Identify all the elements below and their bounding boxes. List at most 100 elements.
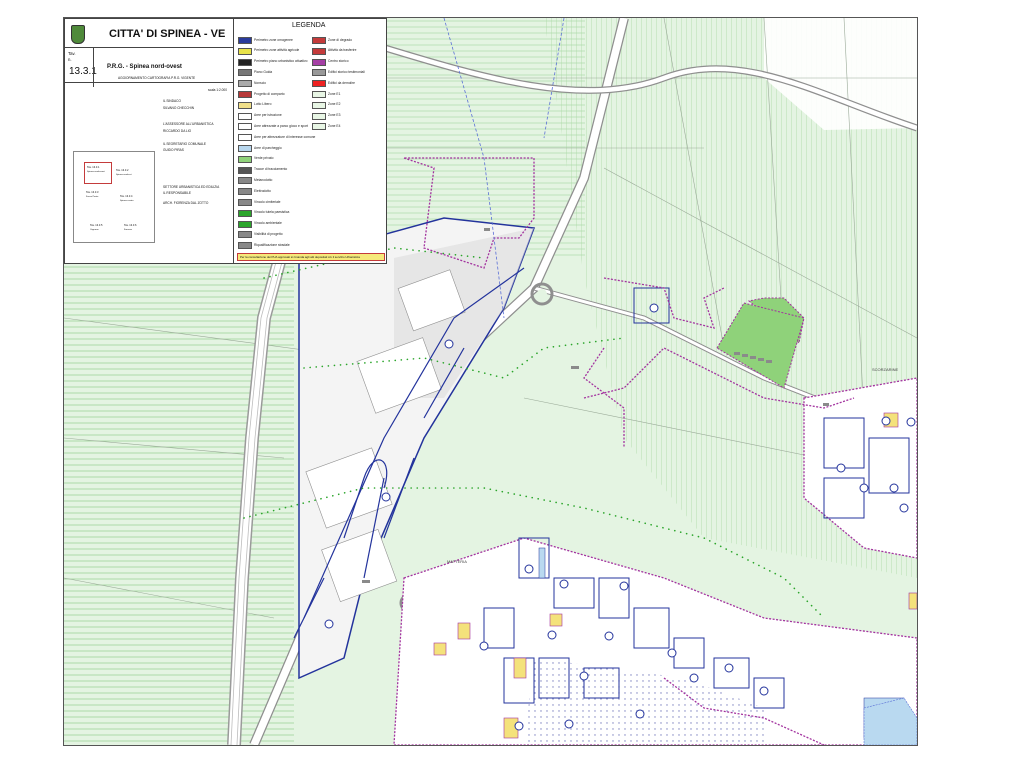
legend-swatch: [238, 47, 252, 55]
signature-3-name: GUIDO PIRAS: [163, 148, 184, 152]
legend-swatch: [312, 58, 326, 66]
legend-label: Metanodotto: [254, 177, 273, 182]
key-tile-2[interactable]: Tav. 13.3.2 Spinea nord-est: [114, 166, 144, 186]
legend-label: Perimetro piano urbanistico attuativo: [254, 59, 308, 64]
signature-4-role: SETTORE URBANISTICA ED EDILIZIA: [163, 185, 220, 189]
tav-divider: [93, 47, 94, 87]
legend-label: Vincolo tutela paesistica: [254, 210, 290, 215]
key-tile-6-name: Fornase: [124, 229, 133, 231]
signature-3-role: IL SEGRETARIO COMUNALE: [163, 142, 207, 146]
key-tile-1[interactable]: Tav. 13.3.1 Spinea nord-ovest: [84, 162, 112, 184]
map-sheet: SCORZARINE MATTERIA CITTA' DI SPINEA - V…: [63, 17, 918, 746]
legend-swatch: [238, 177, 252, 185]
signature-4-name: IL RESPONSABILE: [163, 191, 192, 195]
legend-label: Visibilità di progetto: [254, 231, 283, 236]
place-label-matteria: MATTERIA: [447, 559, 467, 564]
legend-label: Centro storico: [328, 59, 349, 64]
legend-label: Edifici da demolire: [328, 80, 355, 85]
signature-1-role: IL SINDACO: [163, 99, 181, 103]
key-tile-5[interactable]: Tav. 13.3.5 Orgnano: [88, 212, 118, 232]
legend-label: Edifici storico testimoniali: [328, 69, 365, 74]
key-tile-1-name: Spinea nord-ovest: [87, 171, 105, 173]
legend-label: Perimetro zone attività agricole: [254, 48, 300, 53]
legend-swatch: [312, 69, 326, 77]
legend-label: Lotto Libero: [254, 102, 272, 107]
legend-label: Zone E2: [328, 102, 341, 107]
plan-separator: [65, 82, 234, 83]
legend-label: Aree per attrezzature di interesse comun…: [254, 134, 316, 139]
key-tile-6-label: Tav. 13.3.6: [124, 224, 137, 227]
signature-2-role: L'ASSESSORE ALL'URBANISTICA: [163, 122, 214, 126]
legend-swatch: [238, 188, 252, 196]
key-tile-4-label: Tav. 13.3.4: [120, 195, 133, 198]
legend-label: Vincolo ambientale: [254, 221, 282, 226]
key-tile-5-label: Tav. 13.3.5: [90, 224, 103, 227]
legend-label: Aree attrezzate a parco gioco e sport: [254, 123, 309, 128]
key-tile-3[interactable]: Tav. 13.3.3 Fossa Ponte: [84, 188, 114, 208]
legend-swatch: [312, 123, 326, 131]
legend-label: Zone E4: [328, 123, 341, 128]
legend-swatch: [238, 58, 252, 66]
legend-swatch: [312, 47, 326, 55]
legend-label: Zone di degrado: [328, 37, 353, 42]
legend-swatch: [312, 101, 326, 109]
key-tile-3-name: Fossa Ponte: [86, 196, 99, 198]
signature-5-role: ARCH. FIORENZA DAL ZOTTO: [163, 201, 209, 205]
place-label-scorzarine: SCORZARINE: [872, 367, 899, 372]
plan-title: P.R.G. - Spinea nord-ovest: [107, 64, 182, 70]
legend-swatch: [238, 155, 252, 163]
plan-subtitle: AGGIORNAMENTO CARTOGRAFIA P.R.G. VIGENTE: [118, 76, 196, 80]
tav-n-label: n.: [68, 57, 72, 62]
legend-label: Aree per istruzione: [254, 113, 282, 118]
legend-swatch: [238, 145, 252, 152]
signature-1-name: SILVANO CHECCHIN: [163, 106, 195, 110]
legend-label: Elettrodotto: [254, 188, 271, 193]
key-tile-4-name: Spinea centro: [120, 200, 134, 202]
legend-swatch: [238, 242, 252, 250]
legend-label: Piano Guida: [254, 69, 273, 74]
key-tile-6[interactable]: Tav. 13.3.6 Fornase: [122, 212, 150, 232]
key-tile-4[interactable]: Tav. 13.3.4 Spinea centro: [118, 192, 150, 212]
legend-label: Progetto di comparto: [254, 91, 285, 96]
legend-swatch: [238, 37, 252, 44]
legend-swatch: [238, 199, 252, 206]
legend-swatch: [238, 209, 252, 217]
key-tile-2-label: Tav. 13.3.2: [116, 169, 129, 172]
legend-swatch: [238, 69, 252, 77]
legend-label: Vincolo cimiteriale: [254, 199, 281, 204]
legend-swatch: [312, 37, 326, 44]
key-tile-3-label: Tav. 13.3.3: [86, 191, 99, 194]
key-tile-5-name: Orgnano: [90, 229, 99, 231]
legend-label: Tracce di tracciamento: [254, 167, 288, 172]
title-separator: [65, 47, 234, 48]
legend-swatch: [238, 231, 252, 239]
legend-swatch: [238, 134, 252, 142]
legend-label: Aree di parcheggio: [254, 145, 282, 150]
signature-2-name: RICCARDO DA LIO: [163, 129, 192, 133]
key-map: Tav. 13.3.1 Spinea nord-ovest Tav. 13.3.…: [73, 151, 155, 243]
legend-swatch: [238, 101, 252, 109]
key-tile-2-name: Spinea nord-est: [116, 174, 132, 176]
legend-footer-text: Per la consultazione dei PUA approvati s…: [240, 254, 360, 259]
legend-label: Attività da trasferire: [328, 48, 357, 53]
legend-swatch: [238, 123, 252, 131]
tav-label: Tav.: [68, 51, 76, 56]
scale-label: scala 1:2.000: [208, 88, 227, 92]
legend-swatch: [238, 80, 252, 88]
title-block: CITTA' DI SPINEA - VE Tav. n. 13.3.1 P.R…: [64, 18, 235, 264]
legend-label: Riqualificazione stradale: [254, 242, 290, 247]
legend-swatch: [238, 112, 252, 120]
legend-label: Zone E1: [328, 91, 341, 96]
legend-swatch: [238, 91, 252, 98]
legend-footer-note: Per la consultazione dei PUA approvati s…: [237, 253, 385, 261]
legend-title: LEGENDA: [292, 22, 326, 29]
legend-label: Nonscio: [254, 80, 266, 85]
legend-swatch: [312, 80, 326, 88]
key-tile-1-label: Tav. 13.3.1: [87, 166, 100, 169]
city-title: CITTA' DI SPINEA - VE: [109, 28, 226, 40]
legend-label: Perimetro zone omogenee: [254, 37, 293, 42]
legend-label: Verde privato: [254, 156, 274, 161]
legend: LEGENDA Perimetro zone omogenee Perimetro…: [233, 18, 387, 264]
legend-swatch: [312, 91, 326, 98]
legend-swatch: [238, 166, 252, 174]
